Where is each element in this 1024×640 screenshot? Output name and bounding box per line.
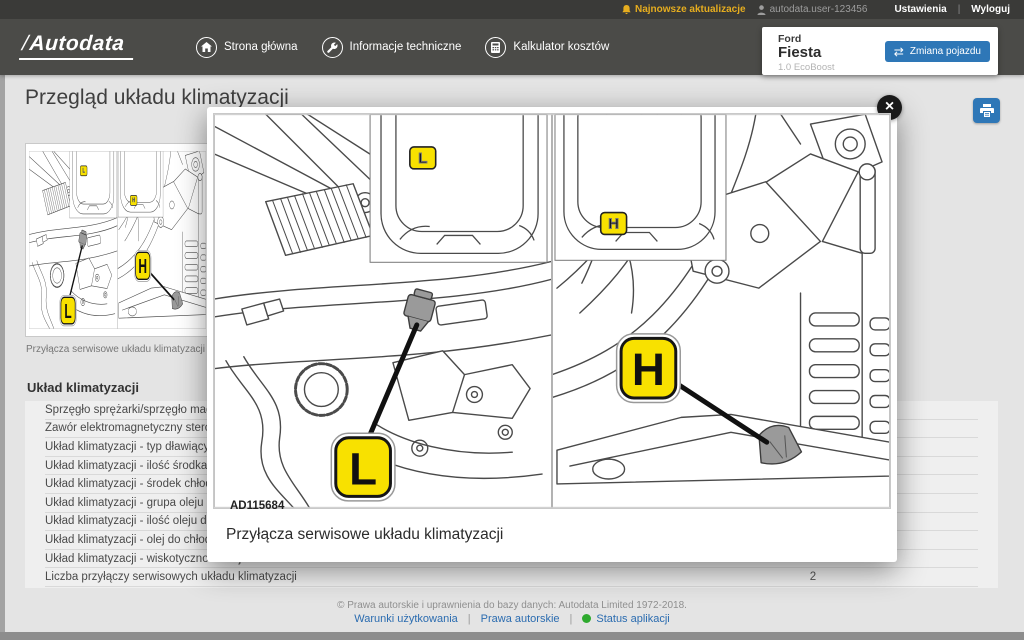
printer-icon bbox=[979, 104, 994, 117]
modal-caption: Przyłącza serwisowe układu klimatyzacji bbox=[226, 526, 504, 543]
footer-separator: | bbox=[467, 613, 471, 625]
app-status-link[interactable]: Status aplikacji bbox=[582, 613, 670, 625]
spec-label: Liczba przyłączy serwisowych układu klim… bbox=[45, 571, 297, 584]
logout-link[interactable]: Wyloguj bbox=[971, 4, 1010, 15]
latest-updates-link[interactable]: Najnowsze aktualizacje bbox=[622, 4, 746, 15]
footer-separator: | bbox=[569, 613, 573, 625]
topbar-separator: | bbox=[957, 4, 961, 15]
user-icon bbox=[757, 4, 766, 15]
home-icon bbox=[196, 36, 217, 58]
diagram-thumbnail[interactable] bbox=[25, 143, 211, 337]
window-edge-bottom bbox=[0, 632, 1024, 640]
nav-item-cost-calculator[interactable]: Kalkulator kosztów bbox=[485, 36, 609, 58]
ac-service-ports-thumbnail-image bbox=[29, 151, 206, 329]
calculator-icon bbox=[485, 36, 507, 58]
vehicle-engine: 1.0 EcoBoost bbox=[778, 62, 835, 73]
engine-bay-line-art bbox=[214, 114, 890, 508]
thumbnail-caption: Przyłącza serwisowe układu klimatyzacji bbox=[26, 344, 205, 355]
spec-table-heading: Układ klimatyzacji bbox=[27, 380, 139, 395]
user-account[interactable]: autodata.user-123456 bbox=[757, 4, 867, 15]
spec-value: 2 bbox=[809, 571, 817, 584]
footer-links: Warunki użytkowania | Prawa autorskie | … bbox=[0, 613, 1024, 625]
copyright-link[interactable]: Prawa autorskie bbox=[481, 613, 560, 625]
ac-service-ports-diagram: AD115684 bbox=[213, 113, 891, 512]
terms-link[interactable]: Warunki użytkowania bbox=[354, 613, 458, 625]
table-row[interactable]: Liczba przyłączy serwisowych układu klim… bbox=[45, 568, 978, 587]
top-utility-bar: Najnowsze aktualizacje autodata.user-123… bbox=[0, 0, 1024, 19]
settings-link[interactable]: Ustawienia bbox=[894, 4, 946, 15]
copyright-text: © Prawa autorskie i uprawnienia do bazy … bbox=[337, 600, 687, 611]
vehicle-model: Fiesta bbox=[778, 44, 822, 61]
window-edge-left bbox=[0, 75, 5, 632]
vehicle-card: Ford Fiesta 1.0 EcoBoost ⇄ Zmiana pojazd… bbox=[762, 27, 998, 75]
wrench-icon bbox=[321, 36, 343, 58]
spec-label: Układ klimatyzacji - typ dławiący bbox=[45, 440, 210, 453]
print-button[interactable] bbox=[973, 98, 1000, 123]
autodata-logo[interactable]: /Autodata bbox=[19, 32, 136, 60]
main-nav: Strona główna Informacje techniczne Kalk… bbox=[196, 19, 609, 75]
swap-arrows-icon: ⇄ bbox=[893, 44, 904, 59]
nav-item-home[interactable]: Strona główna bbox=[196, 36, 298, 58]
bell-icon bbox=[622, 4, 631, 14]
status-green-dot bbox=[582, 614, 592, 623]
diagram-modal: × AD115684 Przyłącza serwisowe układu kl… bbox=[207, 95, 902, 562]
image-code: AD115684 bbox=[230, 500, 285, 512]
nav-item-technical-info[interactable]: Informacje techniczne bbox=[321, 36, 461, 58]
change-vehicle-button[interactable]: ⇄ Zmiana pojazdu bbox=[884, 41, 990, 62]
